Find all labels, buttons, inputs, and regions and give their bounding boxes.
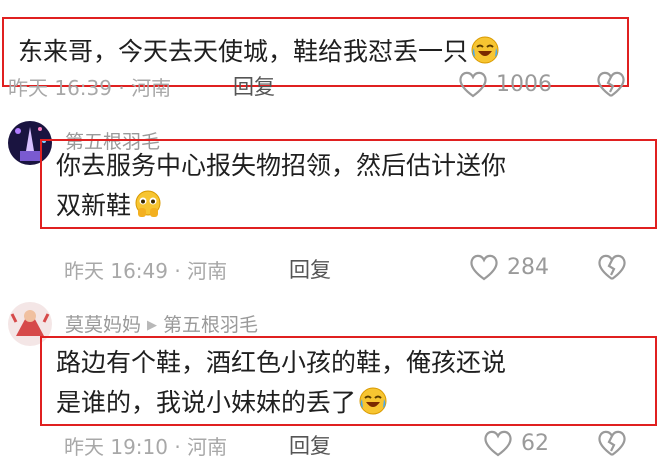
- comment-2: 第五根羽毛 你去服务中心报失物招领，然后估计送你 双新鞋 昨天 16:49 · …: [0, 105, 660, 285]
- highlighted-comment-text: 你去服务中心报失物招领，然后估计送你 双新鞋: [40, 139, 657, 229]
- comment-text-line-1: 路边有个鞋，酒红色小孩的鞋，俺孩还说: [56, 348, 507, 377]
- comment-text-line-2: 双新鞋: [56, 191, 132, 220]
- heart-icon: [458, 70, 488, 98]
- comment-text-line-1: 你去服务中心报失物招领，然后估计送你: [56, 151, 507, 180]
- like-count: 1006: [496, 71, 552, 97]
- broken-heart-button[interactable]: [596, 70, 626, 98]
- like-button[interactable]: 284: [469, 253, 549, 281]
- comment-text: 东来哥，今天去天使城，鞋给我怼丢一只: [18, 37, 469, 66]
- like-button[interactable]: 62: [483, 429, 549, 457]
- username[interactable]: 莫莫妈妈: [65, 314, 141, 336]
- highlighted-comment-text: 路边有个鞋，酒红色小孩的鞋，俺孩还说 是谁的，我说小妹妹的丢了: [40, 336, 657, 426]
- comment-1: 东来哥，今天去天使城，鞋给我怼丢一只 昨天 16:39 · 河南 回复 1006: [0, 0, 660, 105]
- reply-button[interactable]: 回复: [289, 430, 331, 460]
- like-count: 62: [521, 430, 549, 456]
- comment-3: 莫莫妈妈 ▶ 第五根羽毛 路边有个鞋，酒红色小孩的鞋，俺孩还说 是谁的，我说小妹妹的…: [0, 290, 660, 463]
- username-with-reply-target: 莫莫妈妈 ▶ 第五根羽毛: [65, 310, 258, 337]
- like-button[interactable]: 1006: [458, 70, 552, 98]
- broken-heart-icon: [597, 429, 627, 457]
- comment-timestamp: 昨天 16:49 · 河南: [64, 259, 228, 283]
- reply-button[interactable]: 回复: [289, 254, 331, 284]
- comment-timestamp: 昨天 16:39 · 河南: [8, 76, 172, 100]
- broken-heart-button[interactable]: [597, 429, 627, 457]
- pleading-hands-emoji: [133, 189, 163, 219]
- heart-icon: [483, 429, 513, 457]
- like-count: 284: [507, 254, 549, 280]
- broken-heart-icon: [596, 70, 626, 98]
- heart-icon: [469, 253, 499, 281]
- laughing-crying-emoji: [358, 386, 388, 416]
- reply-arrow-icon: ▶: [147, 318, 158, 333]
- broken-heart-button[interactable]: [597, 253, 627, 281]
- comment-timestamp: 昨天 19:10 · 河南: [64, 435, 228, 459]
- broken-heart-icon: [597, 253, 627, 281]
- laughing-crying-emoji: [470, 24, 500, 64]
- reply-button[interactable]: 回复: [233, 71, 275, 101]
- comment-text-line-2: 是谁的，我说小妹妹的丢了: [56, 388, 357, 417]
- reply-target-username[interactable]: 第五根羽毛: [163, 314, 258, 336]
